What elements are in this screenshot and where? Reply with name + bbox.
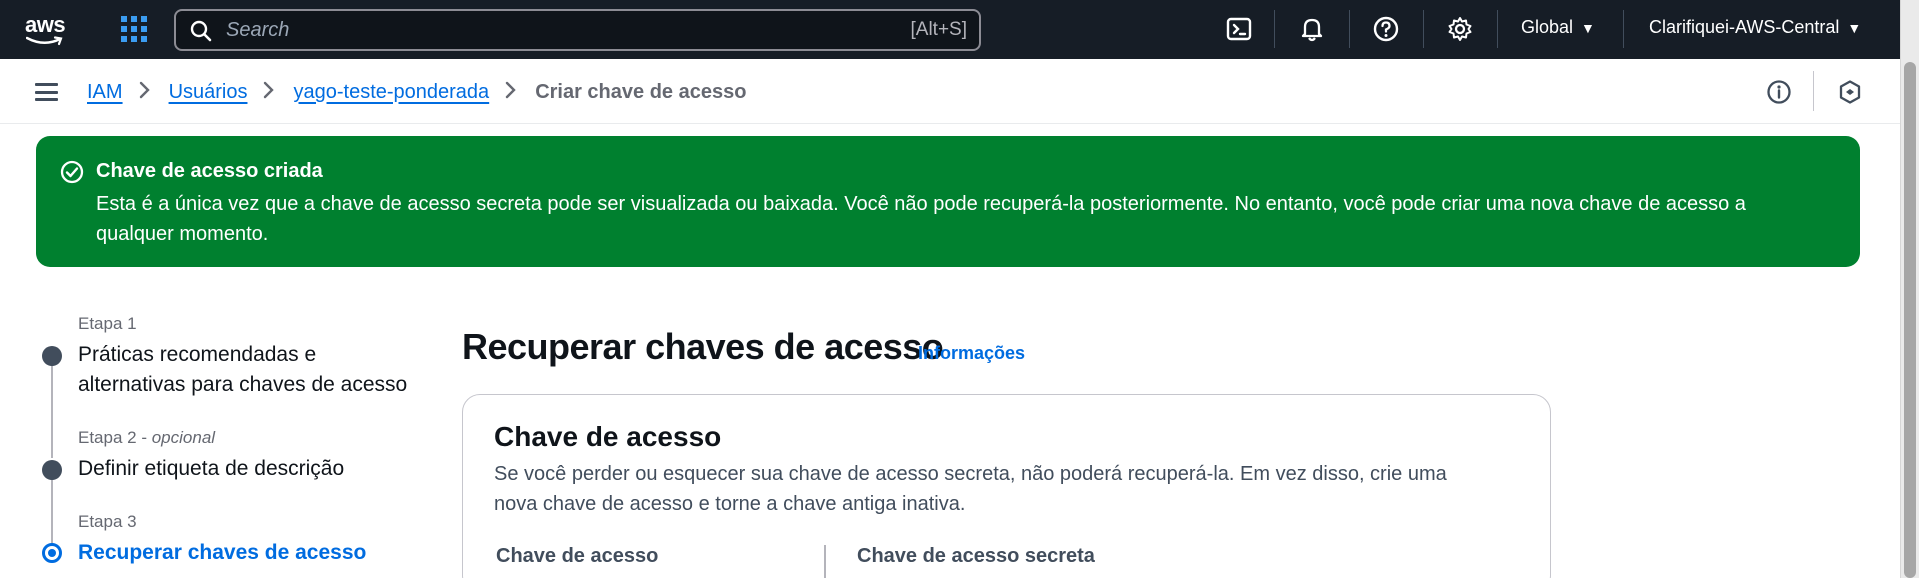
flash-message: Esta é a única vez que a chave de acesso… bbox=[96, 193, 1746, 245]
bell-icon[interactable] bbox=[1298, 15, 1326, 43]
step-1-number: Etapa 1 bbox=[78, 314, 137, 333]
scrollbar-thumb[interactable] bbox=[1904, 62, 1916, 578]
info-link[interactable]: Informações bbox=[918, 343, 1025, 364]
region-label: Global bbox=[1521, 17, 1574, 37]
services-grid-icon[interactable] bbox=[121, 16, 147, 42]
nav-divider bbox=[1423, 10, 1424, 48]
success-flash: Chave de acesso criada Esta é a única ve… bbox=[36, 136, 1860, 267]
caret-down-icon: ▼ bbox=[1581, 20, 1595, 36]
search-shortcut: [Alt+S] bbox=[910, 19, 968, 40]
chevron-right-icon bbox=[263, 79, 277, 105]
access-key-card: Chave de acesso Se você perder ou esquec… bbox=[462, 394, 1551, 578]
breadcrumb-current: Criar chave de acesso bbox=[535, 80, 747, 103]
wizard-steps: Etapa 1 Práticas recomendadas e alternat… bbox=[40, 310, 420, 578]
step-1-indicator bbox=[42, 346, 62, 366]
card-description: Se você perder ou esquecer sua chave de … bbox=[494, 463, 1447, 515]
aws-logo[interactable]: aws bbox=[24, 12, 74, 46]
search-icon bbox=[190, 20, 212, 42]
step-1-label[interactable]: Práticas recomendadas e alternativas par… bbox=[78, 340, 418, 400]
flash-title: Chave de acesso criada bbox=[96, 160, 323, 182]
account-label: Clarifiquei-AWS-Central bbox=[1649, 17, 1840, 37]
step-3-indicator bbox=[42, 543, 62, 563]
search-box[interactable]: [Alt+S] bbox=[174, 9, 981, 51]
menu-icon[interactable] bbox=[35, 83, 58, 101]
column-header-access-key: Chave de acesso bbox=[496, 545, 659, 567]
gear-icon[interactable] bbox=[1446, 15, 1474, 43]
hexagon-settings-icon[interactable] bbox=[1837, 79, 1863, 110]
breadcrumb-bar: IAM Usuários yago-teste-ponderada Criar … bbox=[0, 59, 1900, 124]
check-circle-icon bbox=[60, 160, 84, 184]
nav-divider bbox=[1274, 10, 1275, 48]
breadcrumb-usuarios[interactable]: Usuários bbox=[169, 81, 248, 104]
chevron-right-icon bbox=[505, 79, 519, 105]
step-3-number: Etapa 3 bbox=[78, 512, 137, 531]
column-header-secret-key: Chave de acesso secreta bbox=[857, 545, 1095, 567]
page-title: Recuperar chaves de acesso bbox=[462, 326, 944, 367]
step-3-label: Recuperar chaves de acesso bbox=[78, 541, 367, 564]
card-title: Chave de acesso bbox=[494, 421, 722, 452]
breadcrumb-iam[interactable]: IAM bbox=[87, 81, 123, 104]
chevron-right-icon bbox=[139, 79, 153, 105]
aws-smile-icon bbox=[26, 36, 63, 46]
vertical-scrollbar[interactable] bbox=[1900, 0, 1919, 578]
search-input[interactable] bbox=[226, 17, 826, 43]
step-2-label[interactable]: Definir etiqueta de descrição bbox=[78, 454, 344, 484]
step-2-indicator bbox=[42, 460, 62, 480]
nav-divider bbox=[1349, 10, 1350, 48]
step-connector bbox=[51, 356, 53, 458]
breadcrumb-divider bbox=[1813, 71, 1814, 111]
info-icon[interactable] bbox=[1766, 79, 1792, 110]
region-selector[interactable]: Global ▼ bbox=[1521, 17, 1595, 38]
breadcrumb: IAM Usuários yago-teste-ponderada Criar … bbox=[87, 79, 746, 105]
cloudshell-icon[interactable] bbox=[1225, 15, 1253, 43]
aws-logo-text: aws bbox=[25, 12, 66, 37]
top-navigation: aws [Alt+S] bbox=[0, 0, 1919, 59]
column-divider bbox=[824, 545, 826, 578]
step-connector bbox=[51, 470, 53, 552]
account-menu[interactable]: Clarifiquei-AWS-Central ▼ bbox=[1649, 17, 1861, 38]
breadcrumb-user[interactable]: yago-teste-ponderada bbox=[293, 81, 489, 104]
nav-divider bbox=[1623, 10, 1624, 48]
step-2-number: Etapa 2 - opcional bbox=[78, 428, 216, 447]
help-icon[interactable] bbox=[1372, 15, 1400, 43]
caret-down-icon: ▼ bbox=[1847, 20, 1862, 36]
nav-divider bbox=[1497, 10, 1498, 48]
